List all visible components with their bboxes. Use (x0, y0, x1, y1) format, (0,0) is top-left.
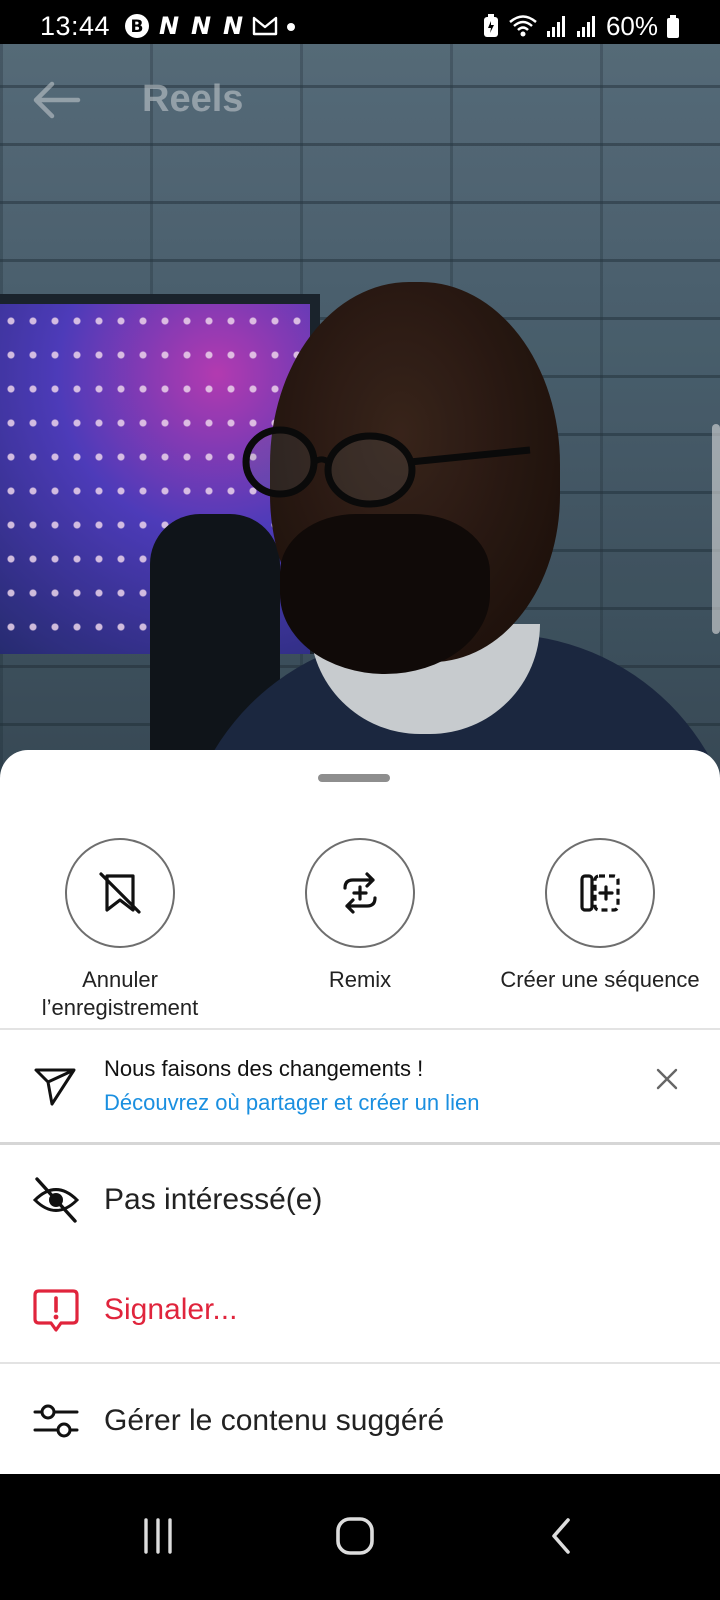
banner-link[interactable]: Découvrez où partager et créer un lien (104, 1090, 479, 1116)
battery-saver-icon (483, 14, 498, 37)
recents-button[interactable] (128, 1506, 188, 1566)
n-icon: N (191, 13, 211, 39)
options-bottom-sheet: Annuler l’enregistrement Remix Créer une… (0, 750, 720, 1474)
n-icon: N (223, 13, 243, 39)
arrow-left-icon[interactable] (28, 78, 84, 122)
battery-percent: 60% (605, 10, 658, 41)
report-item[interactable]: Signaler... (0, 1255, 720, 1365)
remix-button-circle[interactable] (305, 838, 415, 948)
sheet-drag-handle[interactable] (318, 774, 390, 782)
divider (0, 1362, 720, 1364)
remix-button[interactable]: Remix (240, 838, 480, 994)
recents-icon (144, 1518, 172, 1554)
signal-icon (546, 16, 565, 37)
top-bar: Reels (0, 44, 720, 154)
wifi-icon (509, 15, 537, 37)
create-sequence-button-circle[interactable] (545, 838, 655, 948)
unsave-button-circle[interactable] (65, 838, 175, 948)
scroll-thumb[interactable] (712, 424, 720, 634)
page-title: Reels (142, 78, 244, 120)
system-nav-bar (0, 1474, 720, 1600)
create-sequence-button[interactable]: Créer une séquence (480, 838, 720, 994)
back-icon (552, 1518, 570, 1554)
battery-icon (667, 15, 679, 38)
gmail-icon (252, 16, 278, 36)
unsave-label: Annuler l’enregistrement (41, 967, 199, 1020)
manage-suggested-label: Gérer le contenu suggéré (104, 1404, 445, 1437)
bookmark-slash-icon (99, 872, 141, 914)
not-interested-item[interactable]: Pas intéressé(e) (0, 1145, 720, 1255)
remix-label: Remix (328, 967, 392, 992)
back-button[interactable] (532, 1506, 592, 1566)
report-label: Signaler... (104, 1293, 238, 1326)
banner-title: Nous faisons des changements ! (104, 1056, 424, 1081)
svg-text:B: B (131, 17, 144, 37)
action-buttons-row: Annuler l’enregistrement Remix Créer une… (0, 838, 720, 1028)
changes-banner[interactable]: Nous faisons des changements ! Découvrez… (0, 1030, 720, 1142)
n-icon: N (159, 13, 179, 39)
close-icon[interactable] (650, 1062, 684, 1096)
reel-video[interactable] (0, 44, 720, 784)
svg-text:N: N (223, 13, 243, 39)
send-icon (34, 1068, 76, 1106)
home-icon (336, 1517, 374, 1555)
not-interested-label: Pas intéressé(e) (104, 1183, 323, 1216)
eye-slash-icon (32, 1177, 80, 1223)
sliders-icon (33, 1404, 79, 1438)
sequence-icon (580, 874, 620, 912)
status-time: 13:44 (40, 10, 111, 41)
remix-icon (343, 872, 377, 914)
dot-icon (287, 23, 296, 31)
manage-suggested-item[interactable]: Gérer le contenu suggéré (0, 1366, 720, 1476)
svg-text:N: N (159, 13, 179, 39)
report-icon (33, 1289, 79, 1332)
home-button[interactable] (325, 1506, 385, 1566)
svg-text:N: N (191, 13, 211, 39)
signal-icon (576, 16, 595, 37)
create-sequence-label: Créer une séquence (500, 967, 700, 992)
unsave-button[interactable]: Annuler l’enregistrement (0, 838, 240, 1022)
bitcoin-icon: B (125, 14, 150, 38)
